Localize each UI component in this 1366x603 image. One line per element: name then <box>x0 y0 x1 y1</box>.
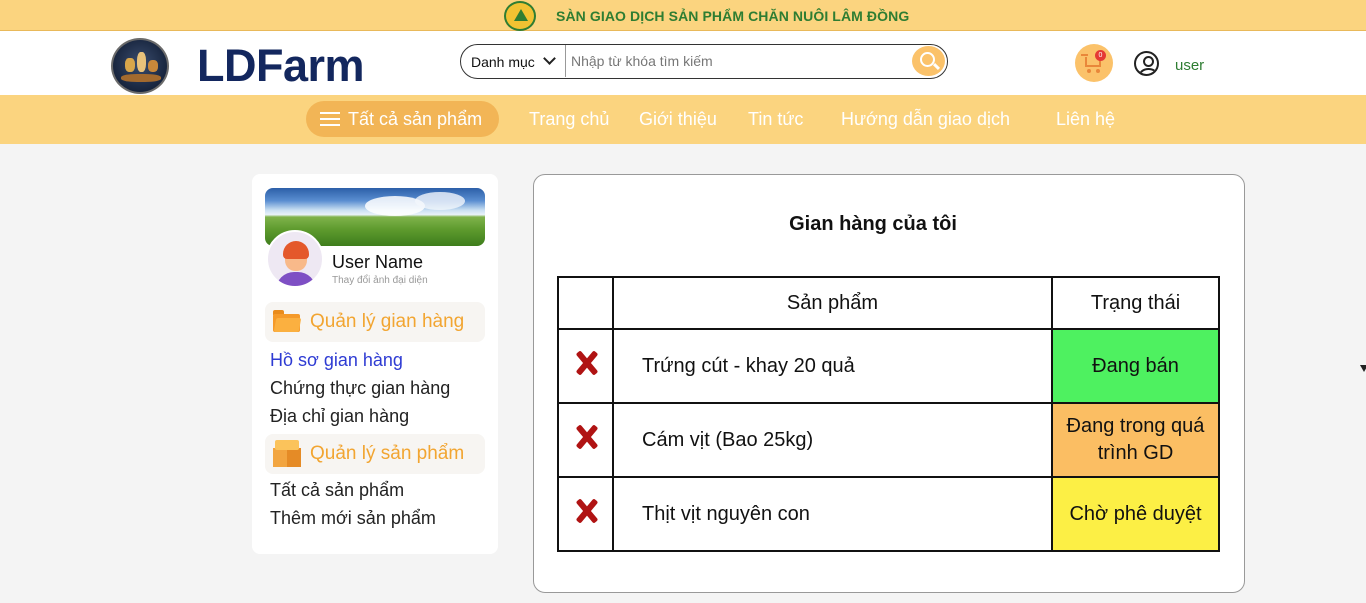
header-cell-status: Trạng thái <box>1051 276 1220 330</box>
banner-title: SÀN GIAO DỊCH SẢN PHẨM CHĂN NUÔI LÂM ĐỒN… <box>556 8 910 24</box>
status-badge: Đang bán <box>1051 328 1220 404</box>
scroll-arrow-icon[interactable] <box>1360 365 1366 372</box>
header-cell-action <box>557 276 614 330</box>
nav-link-contact[interactable]: Liên hệ <box>1056 109 1115 130</box>
nav-link-news[interactable]: Tin tức <box>748 109 803 130</box>
sidebar-item-add-product[interactable]: Thêm mới sản phẩm <box>270 508 436 529</box>
chevron-down-icon <box>543 52 556 65</box>
my-store-panel: Gian hàng của tôi Sản phẩm Trạng thái Tr… <box>533 174 1245 593</box>
group-label: Quản lý sản phẩm <box>310 443 465 464</box>
all-products-button[interactable]: Tất cả sản phẩm <box>306 101 499 137</box>
table-row: Cám vịt (Bao 25kg) Đang trong quá trình … <box>557 402 1220 478</box>
user-label[interactable]: user <box>1175 57 1204 74</box>
sidebar: User Name Thay đổi ảnh đại diện Quản lý … <box>252 174 498 554</box>
delete-icon[interactable] <box>574 498 598 524</box>
nav-link-home[interactable]: Trang chủ <box>529 109 609 130</box>
store-products-table: Sản phẩm Trạng thái Trứng cút - khay 20 … <box>557 276 1220 552</box>
status-badge: Đang trong quá trình GD <box>1051 402 1220 478</box>
header-cell-product: Sản phẩm <box>612 276 1053 330</box>
table-row: Thịt vịt nguyên con Chờ phê duyệt <box>557 476 1220 552</box>
page-title: Gian hàng của tôi <box>789 213 957 235</box>
search-bar: Danh mục <box>460 44 948 79</box>
group-label: Quản lý gian hàng <box>310 311 465 332</box>
category-dropdown[interactable]: Danh mục <box>461 45 566 77</box>
folder-icon <box>273 310 302 332</box>
change-avatar-link[interactable]: Thay đổi ảnh đại diện <box>332 275 428 286</box>
menu-icon <box>320 112 340 126</box>
nav-bar: Tất cả sản phẩm Trang chủ Giới thiệu Tin… <box>0 95 1366 144</box>
table-header-row: Sản phẩm Trạng thái <box>557 276 1220 330</box>
header: LDFarm Danh mục 0 user <box>0 31 1366 95</box>
delete-icon[interactable] <box>574 350 598 376</box>
sidebar-item-store-address[interactable]: Địa chỉ gian hàng <box>270 406 409 427</box>
table-row: Trứng cút - khay 20 quả Đang bán <box>557 328 1220 404</box>
cart-icon <box>1081 54 1088 56</box>
category-label: Danh mục <box>471 54 535 70</box>
product-name: Trứng cút - khay 20 quả <box>612 328 1053 404</box>
avatar[interactable] <box>266 230 324 288</box>
nav-link-about[interactable]: Giới thiệu <box>639 109 717 130</box>
user-name: User Name <box>332 252 424 272</box>
sidebar-item-all-products[interactable]: Tất cả sản phẩm <box>270 480 404 501</box>
delete-icon[interactable] <box>574 424 598 450</box>
group-store-management[interactable]: Quản lý gian hàng <box>265 302 485 342</box>
logo-icon[interactable] <box>111 38 169 94</box>
seal-icon <box>504 1 536 31</box>
search-input[interactable] <box>571 49 901 73</box>
nav-link-guide[interactable]: Hướng dẫn giao dịch <box>841 109 1010 130</box>
search-icon[interactable] <box>912 46 945 76</box>
box-icon <box>273 440 301 468</box>
all-products-label: Tất cả sản phẩm <box>348 109 483 129</box>
status-badge: Chờ phê duyệt <box>1051 476 1220 552</box>
sidebar-item-store-verification[interactable]: Chứng thực gian hàng <box>270 378 450 399</box>
logo-text[interactable]: LDFarm <box>197 40 365 92</box>
product-name: Cám vịt (Bao 25kg) <box>612 402 1053 478</box>
user-icon[interactable] <box>1134 51 1159 76</box>
top-banner: SÀN GIAO DỊCH SẢN PHẨM CHĂN NUÔI LÂM ĐỒN… <box>0 0 1366 31</box>
sidebar-item-store-profile[interactable]: Hồ sơ gian hàng <box>270 350 403 371</box>
group-product-management[interactable]: Quản lý sản phẩm <box>265 434 485 474</box>
cart-button[interactable]: 0 <box>1075 44 1113 82</box>
cart-count-badge: 0 <box>1095 50 1106 61</box>
product-name: Thịt vịt nguyên con <box>612 476 1053 552</box>
